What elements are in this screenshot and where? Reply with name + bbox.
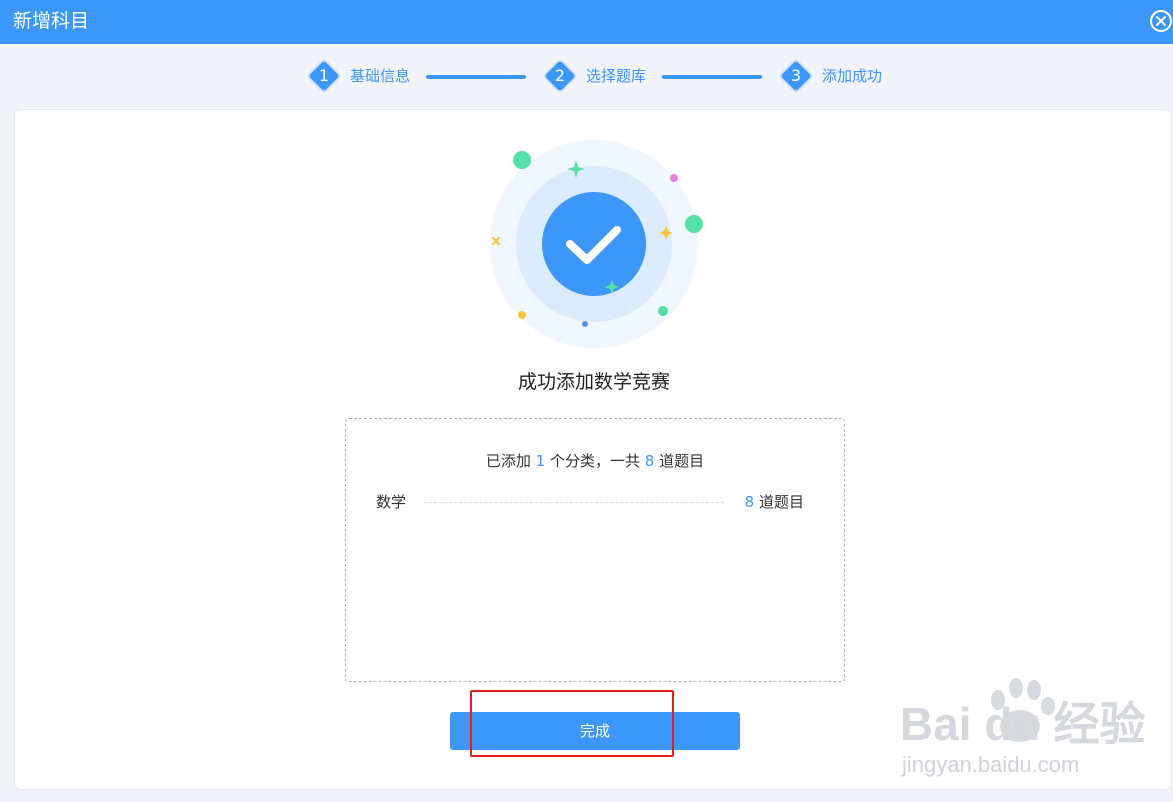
category-name: 数学 bbox=[376, 493, 407, 511]
summary-box: 已添加 1 个分类，一共 8 道题目 数学 8 道题目 bbox=[345, 418, 845, 682]
highlight-annotation bbox=[470, 690, 674, 757]
category-row: 数学 8 道题目 bbox=[376, 491, 804, 513]
category-question-count: 8 道题目 bbox=[744, 493, 804, 511]
svg-text:Bai du 经验: Bai du 经验 bbox=[900, 698, 1145, 750]
question-count: 8 bbox=[644, 452, 655, 470]
success-check-icon bbox=[490, 140, 703, 348]
dialog-header: 新增科目 bbox=[0, 0, 1173, 44]
success-title: 成功添加数学竞赛 bbox=[517, 371, 670, 393]
step-1-badge: 1 bbox=[306, 58, 342, 94]
svg-text:jingyan.baidu.com: jingyan.baidu.com bbox=[901, 752, 1079, 777]
baidu-jingyan-watermark: Bai du 经验 jingyan.baidu.com bbox=[900, 678, 1145, 777]
step-3-badge: 3 bbox=[778, 58, 814, 94]
divider bbox=[424, 502, 724, 503]
step-1-label: 基础信息 bbox=[350, 67, 411, 85]
summary-text: 已添加 1 个分类，一共 8 道题目 bbox=[485, 452, 705, 470]
step-3-label: 添加成功 bbox=[822, 67, 883, 85]
step-connector bbox=[662, 75, 762, 79]
category-count: 1 bbox=[535, 452, 546, 470]
step-connector bbox=[426, 75, 526, 79]
dialog-title: 新增科目 bbox=[13, 10, 90, 32]
step-2-badge: 2 bbox=[542, 58, 578, 94]
close-button[interactable] bbox=[1150, 10, 1172, 32]
step-indicator: 1 基础信息 2 选择题库 3 添加成功 bbox=[0, 56, 1173, 98]
step-2-label: 选择题库 bbox=[586, 67, 647, 85]
close-icon bbox=[1156, 16, 1166, 26]
